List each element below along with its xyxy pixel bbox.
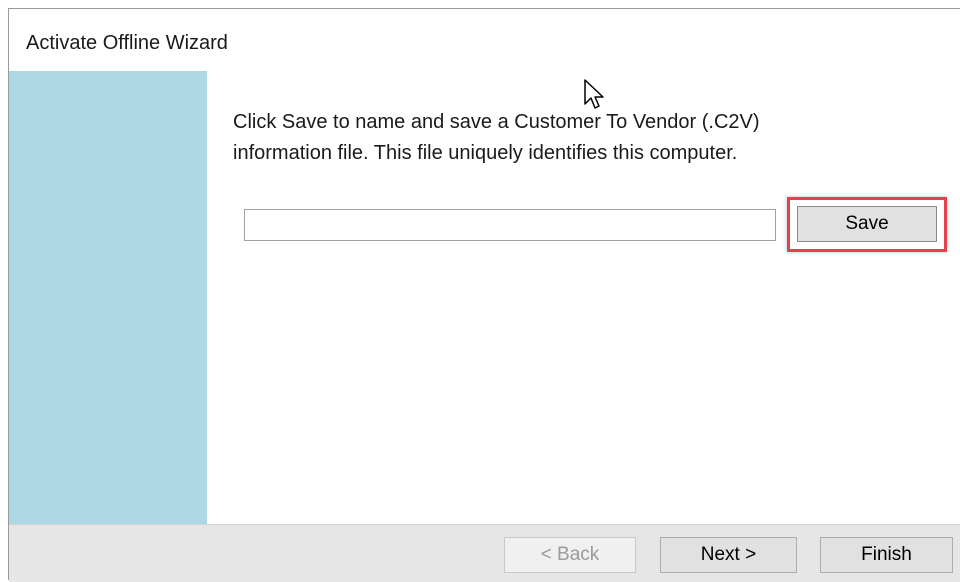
instructions-text: Click Save to name and save a Customer T… <box>233 111 760 164</box>
next-button[interactable]: Next > <box>660 537 797 573</box>
file-path-input[interactable] <box>244 209 776 241</box>
window-title: Activate Offline Wizard <box>26 32 228 54</box>
mouse-pointer-icon <box>584 79 604 109</box>
wizard-side-panel <box>9 71 207 524</box>
save-button[interactable]: Save <box>797 206 937 242</box>
wizard-window: Activate Offline Wizard Click Save to na… <box>8 8 960 582</box>
finish-button[interactable]: Finish <box>820 537 953 573</box>
wizard-footer: < Back Next > Finish <box>9 524 960 582</box>
back-button[interactable]: < Back <box>504 537 636 573</box>
